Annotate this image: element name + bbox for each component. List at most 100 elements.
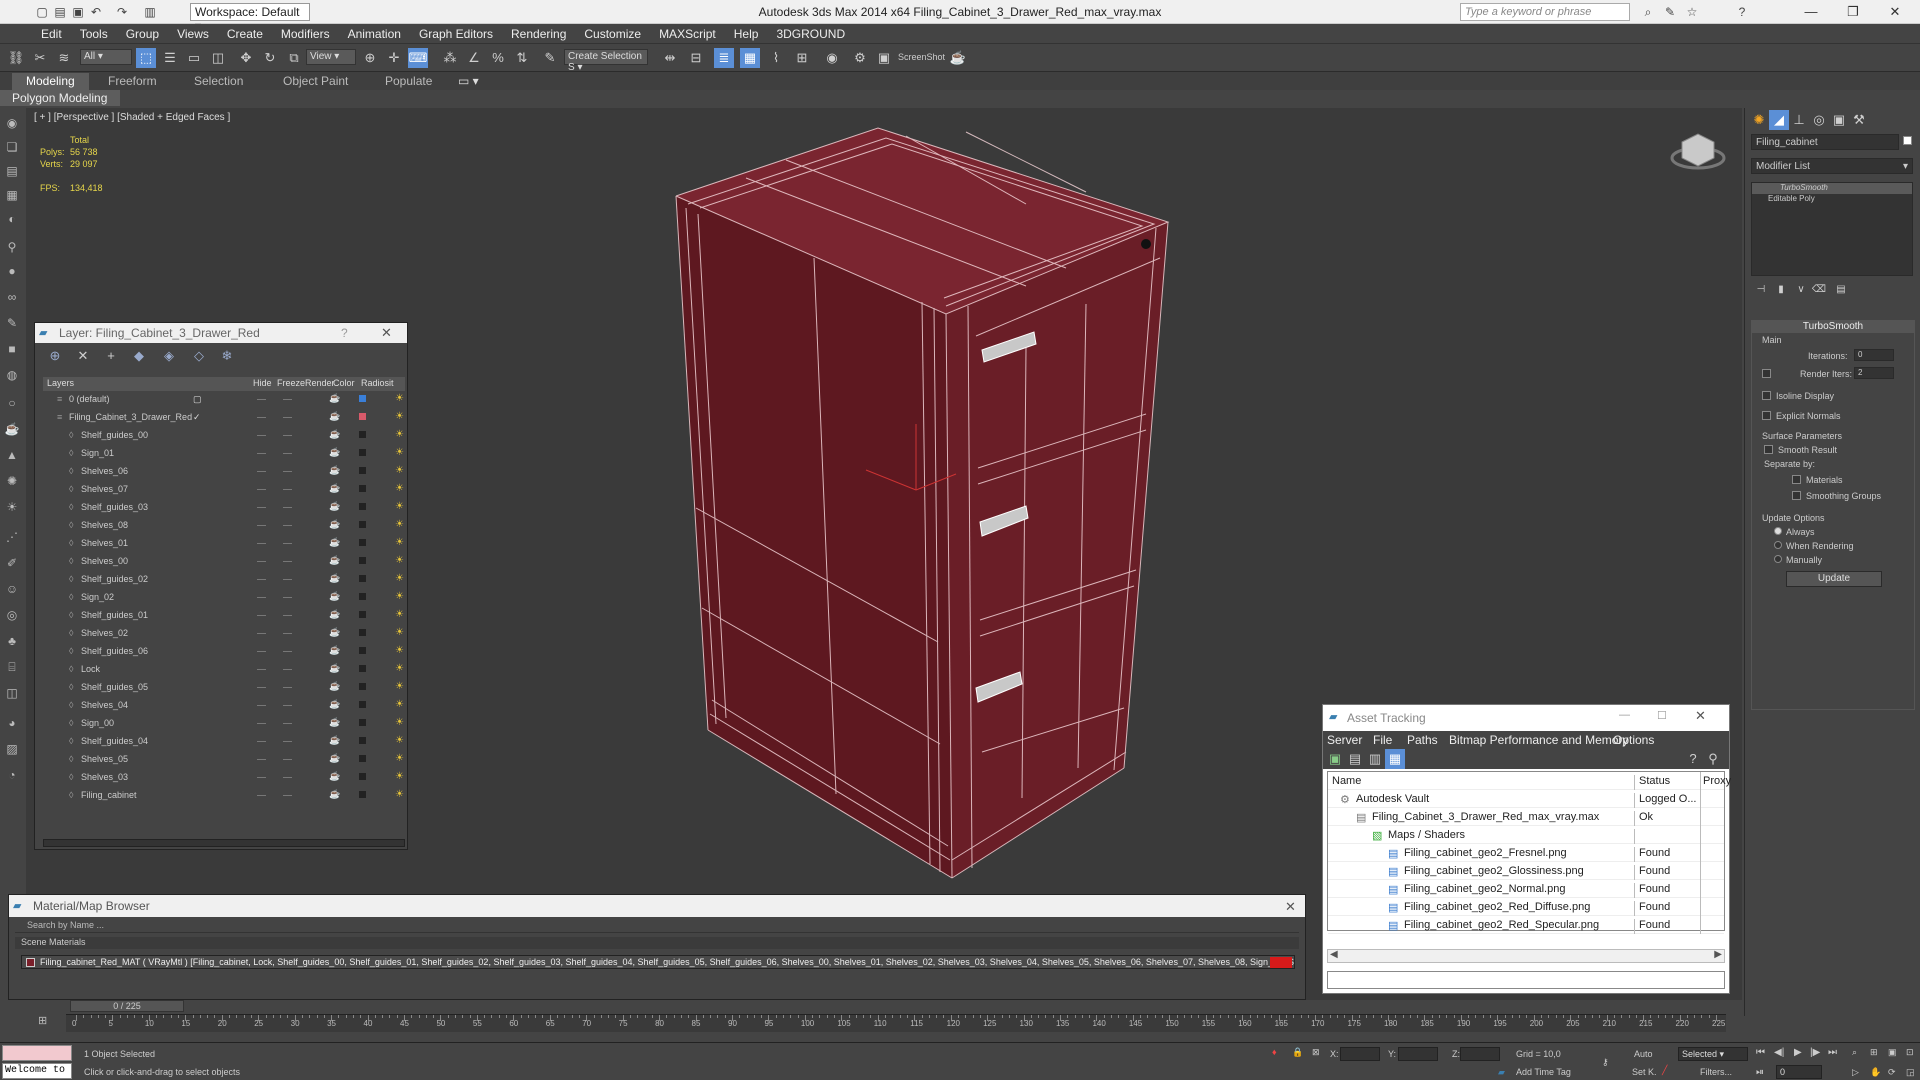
- viewcube-icon[interactable]: [1670, 133, 1726, 170]
- delete-layer-icon[interactable]: ✕: [73, 346, 93, 366]
- render-toggle-icon[interactable]: ☕: [329, 519, 340, 530]
- modify-tab-icon[interactable]: ◢: [1769, 110, 1789, 130]
- grid-icon[interactable]: ▦: [4, 188, 20, 204]
- torus-icon[interactable]: ○: [4, 396, 20, 412]
- layer-row[interactable]: ◊ Lock ☕ ☀: [43, 661, 405, 679]
- material-entry[interactable]: Filing_cabinet_Red_MAT ( VRayMtl ) [Fili…: [21, 955, 1295, 969]
- material-browser-title[interactable]: Material/Map Browser: [9, 895, 1305, 917]
- maxscript-input[interactable]: Welcome to: [2, 1063, 72, 1079]
- edit-named-sets-icon[interactable]: ✎: [540, 48, 560, 68]
- selection-filter-dropdown[interactable]: All ▾: [80, 49, 132, 65]
- col-hide[interactable]: Hide: [253, 378, 272, 388]
- y-coord-field[interactable]: [1398, 1047, 1438, 1061]
- layer-row[interactable]: ◊ Shelf_guides_03 ☕ ☀: [43, 499, 405, 517]
- layer-row[interactable]: ◊ Shelves_02 ☕ ☀: [43, 625, 405, 643]
- utilities-tab-icon[interactable]: ⚒: [1849, 110, 1869, 130]
- cone-icon[interactable]: ▲: [4, 448, 20, 464]
- menu-modifiers[interactable]: Modifiers: [272, 24, 339, 41]
- render-toggle-icon[interactable]: ☕: [329, 789, 340, 800]
- freeze-toggle[interactable]: [283, 741, 292, 742]
- smooth-result-checkbox[interactable]: [1764, 445, 1773, 454]
- play-icon[interactable]: ▶: [1794, 1047, 1802, 1058]
- add-to-layer-icon[interactable]: +: [101, 346, 121, 366]
- layer-help-icon[interactable]: ?: [341, 326, 348, 340]
- radiosity-toggle-icon[interactable]: ☀: [395, 735, 404, 746]
- radiosity-toggle-icon[interactable]: ☀: [395, 537, 404, 548]
- render-toggle-icon[interactable]: ☕: [329, 645, 340, 656]
- menu-graph-editors[interactable]: Graph Editors: [410, 24, 502, 41]
- freeze-toggle[interactable]: [283, 723, 292, 724]
- asset-horizontal-scrollbar[interactable]: ◀ ▶: [1327, 949, 1725, 963]
- radiosity-toggle-icon[interactable]: ☀: [395, 699, 404, 710]
- freeze-toggle[interactable]: [283, 489, 292, 490]
- material-search-input[interactable]: Search by Name ...: [15, 919, 1299, 933]
- sphere-icon[interactable]: ●: [4, 264, 20, 280]
- show-end-result-icon[interactable]: ▮: [1771, 280, 1791, 300]
- render-toggle-icon[interactable]: ☕: [329, 447, 340, 458]
- radiosity-toggle-icon[interactable]: ☀: [395, 555, 404, 566]
- radiosity-toggle-icon[interactable]: ☀: [395, 573, 404, 584]
- freeze-toggle[interactable]: [283, 525, 292, 526]
- bind-space-warp-icon[interactable]: ≋: [54, 48, 74, 68]
- asset-col-status[interactable]: Status: [1634, 775, 1700, 790]
- asset-menu-paths[interactable]: Paths: [1407, 733, 1438, 747]
- window-crossing-icon[interactable]: ◫: [208, 48, 228, 68]
- when-rendering-radio[interactable]: [1774, 541, 1782, 549]
- asset-row[interactable]: ▤ Filing_cabinet_geo2_Fresnel.png Found: [1328, 844, 1724, 862]
- angle-snap-icon[interactable]: ∠: [464, 48, 484, 68]
- asset-col-proxy[interactable]: Proxy: [1700, 772, 1731, 790]
- highlight-layer-icon[interactable]: ◈: [159, 346, 179, 366]
- hide-toggle[interactable]: [257, 759, 266, 760]
- render-toggle-icon[interactable]: ☕: [329, 627, 340, 638]
- update-button[interactable]: Update: [1786, 571, 1882, 587]
- render-toggle-icon[interactable]: ☕: [329, 681, 340, 692]
- menu-group[interactable]: Group: [117, 24, 168, 41]
- col-color[interactable]: Color: [333, 378, 355, 388]
- layer-color-swatch[interactable]: [359, 683, 366, 690]
- asset-path-input[interactable]: [1327, 971, 1725, 989]
- radiosity-toggle-icon[interactable]: ☀: [395, 447, 404, 458]
- array-icon[interactable]: ⋰: [4, 530, 20, 546]
- iterations-spinner[interactable]: 0: [1854, 349, 1894, 361]
- fov-icon[interactable]: ▷: [1852, 1067, 1859, 1078]
- freeze-toggle[interactable]: [283, 453, 292, 454]
- asset-tree-icon[interactable]: ▥: [1365, 749, 1385, 769]
- scale-icon[interactable]: ⧉: [284, 48, 304, 68]
- close-icon[interactable]: ✕: [1880, 2, 1910, 22]
- freeze-all-layers-icon[interactable]: ❄: [217, 346, 237, 366]
- link-tool-icon[interactable]: ∞: [4, 290, 20, 306]
- prev-frame-icon[interactable]: ◀|: [1774, 1047, 1784, 1058]
- layer-row[interactable]: ◊ Shelves_01 ☕ ☀: [43, 535, 405, 553]
- layer-color-swatch[interactable]: [359, 629, 366, 636]
- layer-color-swatch[interactable]: [359, 593, 366, 600]
- pan-icon[interactable]: ✋: [1870, 1067, 1881, 1078]
- asset-list-icon[interactable]: ▤: [1345, 749, 1365, 769]
- door-icon[interactable]: ◫: [4, 686, 20, 702]
- configure-sets-icon[interactable]: ▤: [1831, 280, 1851, 300]
- mirror-icon[interactable]: ⇹: [660, 48, 680, 68]
- render-toggle-icon[interactable]: ☕: [329, 501, 340, 512]
- select-by-name-icon[interactable]: ☰: [160, 48, 180, 68]
- render-toggle-icon[interactable]: ☕: [329, 717, 340, 728]
- rect-selection-icon[interactable]: ▭: [184, 48, 204, 68]
- layer-color-swatch[interactable]: [359, 737, 366, 744]
- layer-color-swatch[interactable]: [359, 485, 366, 492]
- freeze-toggle[interactable]: [283, 759, 292, 760]
- layer-color-swatch[interactable]: [359, 539, 366, 546]
- freeze-toggle[interactable]: [283, 597, 292, 598]
- asset-row[interactable]: ▤ Filing_Cabinet_3_Drawer_Red_max_vray.ma…: [1328, 808, 1724, 826]
- asset-row[interactable]: ▤ Filing_cabinet_geo2_Normal.png Found: [1328, 880, 1724, 898]
- menu-rendering[interactable]: Rendering: [502, 24, 575, 41]
- radiosity-toggle-icon[interactable]: ☀: [395, 591, 404, 602]
- render-frame-icon[interactable]: ▣: [874, 48, 894, 68]
- set-key-button[interactable]: Set K.: [1632, 1067, 1657, 1077]
- layer-row[interactable]: ◊ Shelves_00 ☕ ☀: [43, 553, 405, 571]
- asset-row[interactable]: ▤ Filing_cabinet_geo2_Red_Diffuse.png Foun…: [1328, 898, 1724, 916]
- render-iters-spinner[interactable]: 2: [1854, 367, 1894, 379]
- layer-icon[interactable]: ▤: [4, 164, 20, 180]
- align-icon[interactable]: ⊟: [686, 48, 706, 68]
- scene-materials-header[interactable]: Scene Materials: [15, 937, 1299, 949]
- tab-polygon-modeling[interactable]: Polygon Modeling: [0, 90, 120, 106]
- scroll-right-icon[interactable]: ▶: [1714, 949, 1722, 960]
- layer-row[interactable]: ◊ Shelves_04 ☕ ☀: [43, 697, 405, 715]
